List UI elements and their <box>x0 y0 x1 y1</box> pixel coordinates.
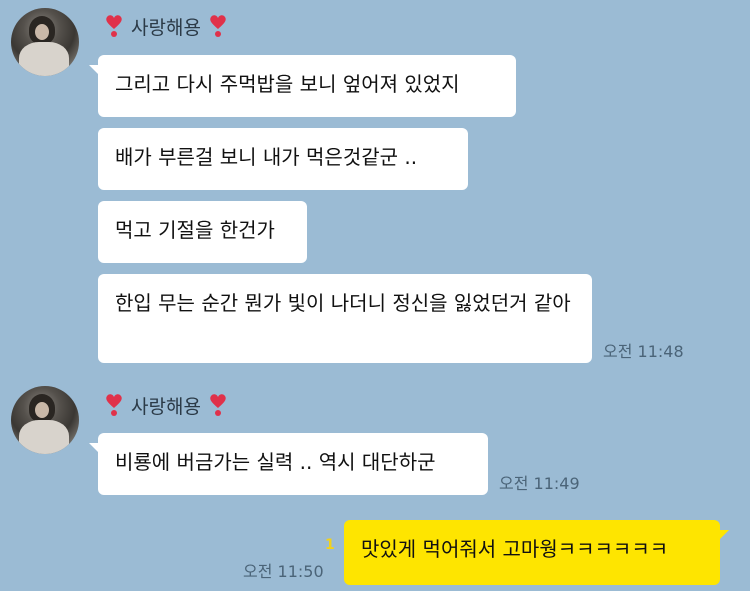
message-bubble[interactable]: 먹고 기절을 한건가 <box>98 201 307 263</box>
message-text: 먹고 기절을 한건가 <box>115 218 275 242</box>
sender-avatar[interactable] <box>11 8 79 76</box>
sender-name: 사랑해용 <box>103 13 229 39</box>
message-text: 그리고 다시 주먹밥을 보니 엎어져 있었지 <box>115 72 460 96</box>
message-bubble[interactable]: 비룡에 버금가는 실력 .. 역시 대단하군 <box>89 433 488 495</box>
message-time: 오전 11:48 <box>603 342 684 361</box>
message-bubble[interactable]: 배가 부른걸 보니 내가 먹은것같군 .. <box>98 128 468 190</box>
message-bubble[interactable]: 한입 무는 순간 뭔가 빛이 나더니 정신을 잃었던거 같아 <box>98 274 592 363</box>
message-time: 오전 11:50 <box>243 562 324 581</box>
sender-name: 사랑해용 <box>103 392 229 418</box>
heart-exclamation-icon <box>210 394 226 416</box>
message-text: 배가 부른걸 보니 내가 먹은것같군 .. <box>115 145 418 169</box>
message-text: 비룡에 버금가는 실력 .. 역시 대단하군 <box>115 450 436 474</box>
my-message-bubble[interactable]: 맛있게 먹어줘서 고마웡ㅋㅋㅋㅋㅋㅋ <box>344 520 729 585</box>
sender-name-label: 사랑해용 <box>131 395 201 418</box>
heart-exclamation-icon <box>210 15 226 37</box>
message-text: 한입 무는 순간 뭔가 빛이 나더니 정신을 잃었던거 같아 <box>115 291 571 315</box>
heart-exclamation-icon <box>106 15 122 37</box>
message-time: 오전 11:49 <box>499 474 580 493</box>
message-text: 맛있게 먹어줘서 고마웡ㅋㅋㅋㅋㅋㅋ <box>361 537 669 561</box>
sender-name-label: 사랑해용 <box>131 16 201 39</box>
sender-avatar[interactable] <box>11 386 79 454</box>
message-bubble[interactable]: 그리고 다시 주먹밥을 보니 엎어져 있었지 <box>89 55 516 117</box>
heart-exclamation-icon <box>106 394 122 416</box>
unread-count: 1 <box>325 537 335 553</box>
